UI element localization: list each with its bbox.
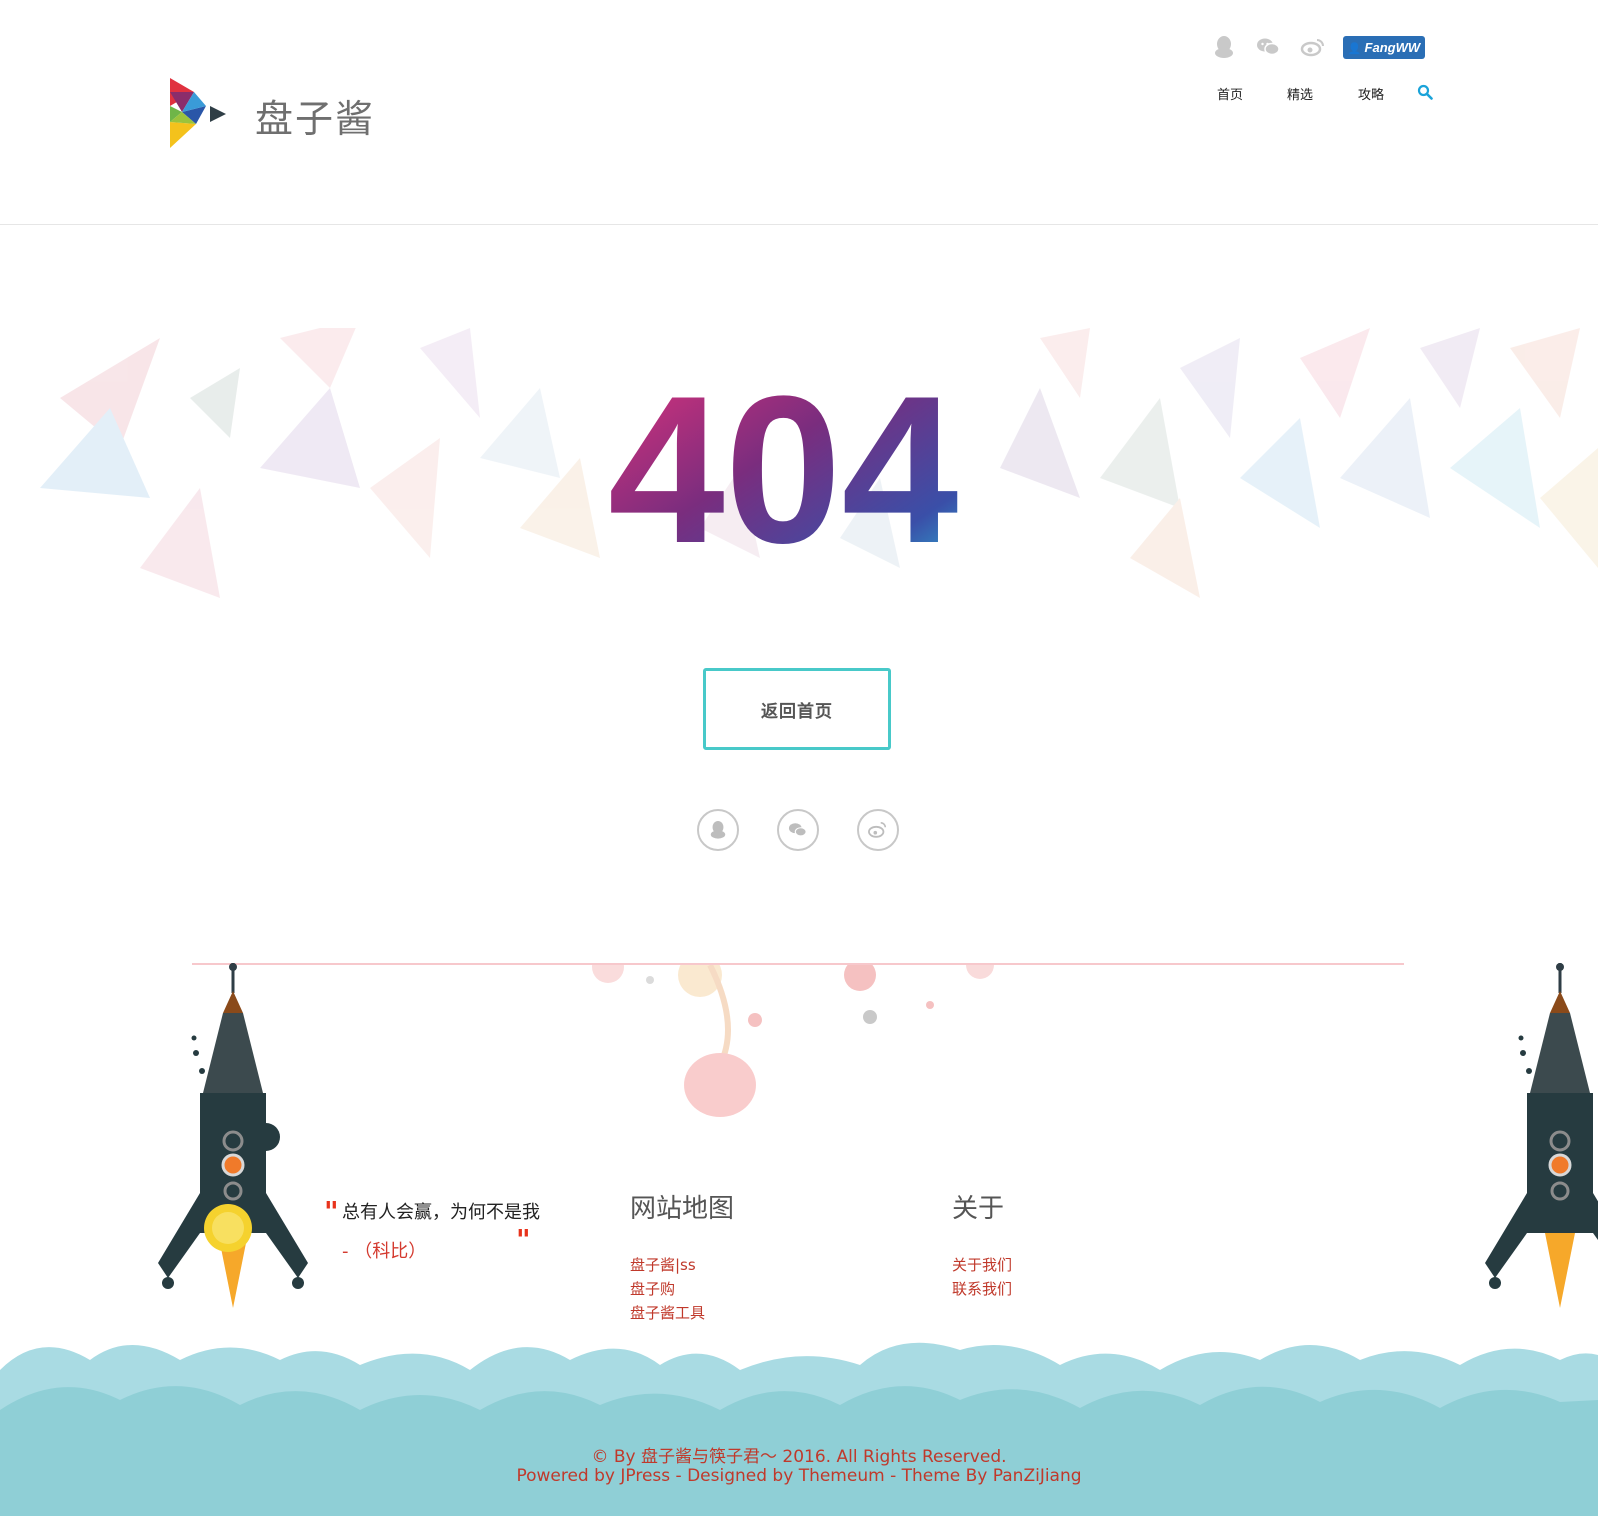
sitemap-link-ss[interactable]: 盘子酱|ss (630, 1254, 696, 1275)
sitemap-link-tools[interactable]: 盘子酱工具 (630, 1302, 705, 1323)
paint-splash-decoration (592, 965, 994, 1117)
qq-share-icon[interactable] (697, 809, 739, 851)
user-name: FangWW (1364, 40, 1421, 55)
about-title: 关于 (952, 1194, 1005, 1224)
about-link-us[interactable]: 关于我们 (952, 1254, 1012, 1275)
search-icon[interactable] (1417, 84, 1433, 100)
logo-icon[interactable] (170, 78, 232, 148)
digit-four-left: 404 (608, 390, 958, 560)
quote-author: - （科比） (342, 1241, 427, 1262)
user-badge[interactable]: 👤 FangWW (1343, 36, 1425, 59)
qq-icon[interactable] (1211, 34, 1237, 60)
quote-text: 总有人会赢，为何不是我 (342, 1202, 540, 1223)
sitemap-title: 网站地图 (630, 1194, 735, 1224)
wechat-share-icon[interactable] (777, 809, 819, 851)
back-home-button[interactable]: 返回首页 (703, 668, 891, 750)
rocket-left-illustration (158, 963, 308, 1308)
rocket-right-illustration (1485, 963, 1598, 1308)
quote-close-mark: " (516, 1223, 531, 1256)
cloud-footer-background (0, 1342, 1598, 1516)
site-name[interactable]: 盘子酱 (255, 88, 375, 143)
error-code-graphic: 404 (608, 390, 958, 560)
weibo-share-icon[interactable] (857, 809, 899, 851)
quote-block: " 总有人会赢，为何不是我 " - （科比） (324, 1195, 544, 1263)
quote-open-mark: " (324, 1195, 339, 1228)
site-header: 盘子酱 👤 FangWW 首页 精选 攻略 (0, 0, 1598, 225)
nav-item-home[interactable]: 首页 (1217, 84, 1243, 103)
wechat-icon[interactable] (1255, 34, 1281, 60)
about-link-contact[interactable]: 联系我们 (952, 1278, 1012, 1299)
user-icon: 👤 (1347, 43, 1362, 55)
powered-by-text[interactable]: Powered by JPress - Designed by Themeum … (0, 1466, 1598, 1486)
nav-item-guides[interactable]: 攻略 (1358, 84, 1384, 103)
weibo-icon[interactable] (1300, 34, 1326, 60)
copyright-text: © By 盘子酱与筷子君～ 2016. All Rights Reserved. (591, 1447, 1007, 1467)
sitemap-link-shop[interactable]: 盘子购 (630, 1278, 675, 1299)
nav-item-featured[interactable]: 精选 (1287, 84, 1313, 103)
